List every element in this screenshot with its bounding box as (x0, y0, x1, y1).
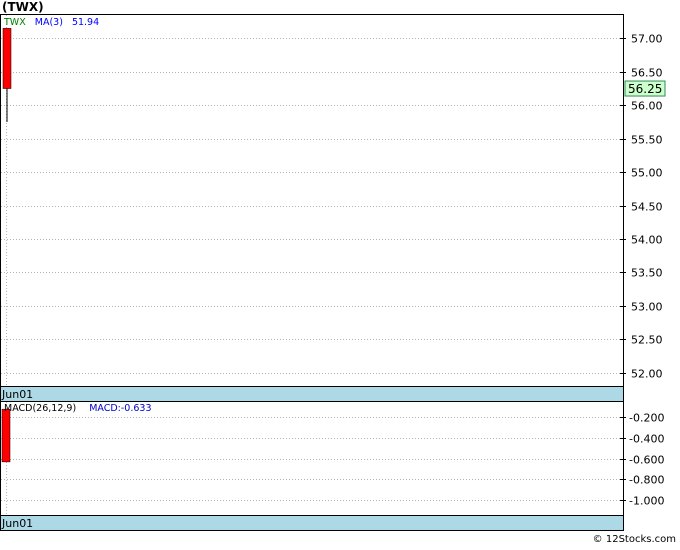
macd-bars (1, 408, 11, 463)
price-y-tick-label: 55.50 (631, 134, 663, 147)
macd-y-tick-label: -0.800 (629, 474, 664, 487)
stock-chart-view: (TWX) 57.00 56.50 56.00 55.50 55.00 54.50 54.0… (0, 0, 680, 546)
legend-ticker: TWX (3, 17, 26, 28)
macd-bar (1, 408, 11, 463)
macd-y-axis: -0.200 -0.400 -0.600 -0.800 -1.000 (620, 412, 664, 508)
price-y-tick-label: 53.50 (631, 267, 663, 280)
macd-legend-value: MACD:-0.633 (89, 403, 151, 414)
price-y-tick-label: 54.50 (631, 201, 663, 214)
macd-y-tick-label: -1.000 (629, 495, 664, 508)
macd-legend: MACD(26,12,9) MACD:-0.633 (4, 403, 152, 414)
candle-body (2, 28, 12, 89)
price-y-tick-label: 52.00 (631, 368, 663, 381)
price-panel-frame (0, 14, 624, 403)
macd-legend-label: MACD(26,12,9) (4, 403, 76, 414)
macd-y-tick-label: -0.400 (629, 433, 664, 446)
chart-canvas: (TWX) 57.00 56.50 56.00 55.50 55.00 54.50 54.0… (0, 0, 676, 545)
price-y-tick-label: 57.00 (631, 33, 663, 46)
chart-title: (TWX) (2, 0, 44, 14)
macd-date-bar (0, 515, 624, 531)
price-legend: TWX MA(3) 51.94 (3, 17, 99, 28)
legend-ma-value: 51.94 (72, 17, 99, 28)
price-y-tick-label: 52.50 (631, 334, 663, 347)
macd-date-label: Jun01 (1, 517, 33, 530)
last-price-marker: 56.25 (624, 80, 666, 97)
watermark: © 12Stocks.com (593, 534, 676, 545)
macd-panel-frame (0, 401, 624, 531)
price-y-tick-label: 56.00 (631, 100, 663, 113)
price-date-label: Jun01 (1, 388, 33, 401)
price-date-bar (0, 386, 624, 403)
macd-y-tick-label: -0.200 (629, 412, 664, 425)
macd-y-tick-label: -0.600 (629, 454, 664, 467)
price-y-tick-label: 53.00 (631, 301, 663, 314)
price-y-tick-label: 56.50 (631, 67, 663, 80)
last-price-label: 56.25 (628, 82, 662, 96)
price-y-tick-label: 55.00 (631, 167, 663, 180)
legend-ma-label: MA(3) (35, 17, 63, 28)
price-y-tick-label: 54.00 (631, 234, 663, 247)
